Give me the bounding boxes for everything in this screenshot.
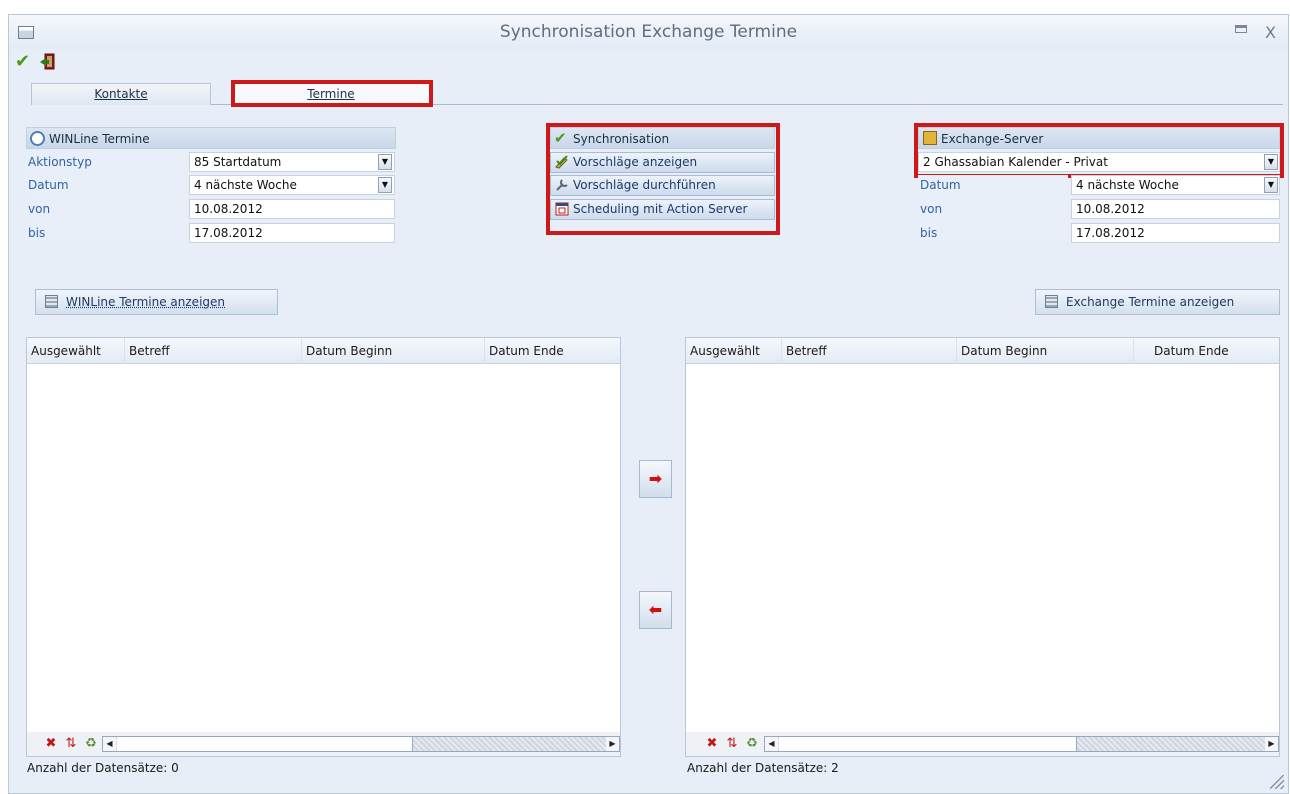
sync-panel-title: Synchronisation <box>573 132 670 146</box>
vorschlaege-anzeigen-button[interactable]: Vorschläge anzeigen <box>550 152 775 173</box>
scroll-right-icon[interactable]: ▶ <box>606 737 619 751</box>
exchange-show-button[interactable]: Exchange Termine anzeigen <box>1035 289 1280 315</box>
aktionstyp-select[interactable]: 85 Startdatum <box>189 152 395 172</box>
column-header[interactable]: Ausgewählt <box>27 338 125 364</box>
window-title: Synchronisation Exchange Termine <box>499 22 798 42</box>
exchange-datum-select[interactable]: 4 nächste Woche <box>1071 175 1280 195</box>
scheduling-button[interactable]: Scheduling mit Action Server <box>550 199 775 220</box>
column-header[interactable]: Datum Ende <box>1134 338 1281 364</box>
clock-icon <box>30 131 45 146</box>
winline-record-count: Anzahl der Datensätze: 0 <box>27 761 179 775</box>
winline-horizontal-scrollbar[interactable]: ◀ ▶ <box>102 736 620 752</box>
scroll-right-icon[interactable]: ▶ <box>1265 737 1278 751</box>
label-von: von <box>26 199 186 219</box>
winline-table-footer: ✖ ⇅ ♻ ◀ ▶ <box>27 732 620 756</box>
column-header[interactable]: Ausgewählt <box>686 338 782 364</box>
winline-table-header: Ausgewählt Betreff Datum Beginn Datum En… <box>27 338 620 364</box>
exchange-show-label: Exchange Termine anzeigen <box>1066 295 1235 309</box>
winline-show-label: WINLine Termine anzeigen <box>66 295 226 309</box>
scroll-thumb[interactable] <box>779 737 1077 751</box>
exchange-table: Ausgewählt Betreff Datum Beginn Datum En… <box>685 337 1280 757</box>
grid-icon <box>1045 295 1058 308</box>
winline-show-button[interactable]: WINLine Termine anzeigen <box>35 289 278 315</box>
scroll-thumb[interactable] <box>117 737 413 751</box>
recycle-icon[interactable]: ♻ <box>744 736 760 752</box>
vorschlaege-durchfuehren-label: Vorschläge durchführen <box>573 178 716 192</box>
tab-kontakte[interactable]: Kontakte <box>31 83 211 105</box>
calendar-icon <box>555 202 569 216</box>
exchange-server-dropdown-icon[interactable]: ▼ <box>1264 154 1278 170</box>
vorschlaege-anzeigen-label: Vorschläge anzeigen <box>573 155 698 169</box>
exchange-von-field[interactable]: 10.08.2012 <box>1071 199 1280 219</box>
exit-door-icon[interactable] <box>39 53 57 71</box>
label-bis: bis <box>26 223 186 243</box>
minimize-icon[interactable] <box>1235 25 1249 35</box>
column-header[interactable]: Betreff <box>125 338 302 364</box>
sort-icon[interactable]: ⇅ <box>63 736 79 752</box>
exchange-table-footer: ✖ ⇅ ♻ ◀ ▶ <box>686 732 1279 756</box>
exchange-table-header: Ausgewählt Betreff Datum Beginn Datum En… <box>686 338 1279 364</box>
exchange-panel-header: Exchange-Server <box>918 127 1280 149</box>
column-header[interactable]: Datum Beginn <box>957 338 1134 364</box>
check-icon: ✔ <box>554 129 567 147</box>
exchange-server-icon <box>923 131 937 145</box>
label-exchange-bis: bis <box>918 223 1068 243</box>
title-bar: Synchronisation Exchange Termine X <box>9 15 1288 49</box>
delete-filter-icon[interactable]: ✖ <box>43 736 59 752</box>
scroll-left-icon[interactable]: ◀ <box>103 737 116 751</box>
winline-table: Ausgewählt Betreff Datum Beginn Datum En… <box>26 337 621 757</box>
label-aktionstyp: Aktionstyp <box>26 152 186 172</box>
datum-dropdown-icon[interactable]: ▼ <box>378 177 392 193</box>
von-field[interactable]: 10.08.2012 <box>189 199 395 219</box>
wrench-icon <box>556 179 568 191</box>
exchange-record-count: Anzahl der Datensätze: 2 <box>687 761 839 775</box>
toolbar <box>9 49 1288 79</box>
pencil-check-icon <box>555 155 568 169</box>
exchange-panel-title: Exchange-Server <box>941 132 1044 146</box>
label-exchange-datum: Datum <box>918 175 1068 195</box>
recycle-icon[interactable]: ♻ <box>83 736 99 752</box>
move-left-button[interactable]: ⬅ <box>639 591 672 629</box>
datum-select[interactable]: 4 nächste Woche <box>189 175 395 195</box>
sort-icon[interactable]: ⇅ <box>724 736 740 752</box>
bis-field[interactable]: 17.08.2012 <box>189 223 395 243</box>
exchange-horizontal-scrollbar[interactable]: ◀ ▶ <box>764 736 1279 752</box>
exchange-datum-dropdown-icon[interactable]: ▼ <box>1264 177 1278 193</box>
scheduling-label: Scheduling mit Action Server <box>573 202 748 216</box>
tab-strip <box>31 83 1283 105</box>
label-exchange-von: von <box>918 199 1068 219</box>
column-header[interactable]: Datum Beginn <box>302 338 485 364</box>
main-window: Synchronisation Exchange Termine X ✔ Kon… <box>8 14 1289 794</box>
label-datum: Datum <box>26 175 186 195</box>
aktionstyp-dropdown-icon[interactable]: ▼ <box>378 154 392 170</box>
move-right-button[interactable]: ➡ <box>639 460 672 498</box>
sync-panel-header: ✔ Synchronisation <box>550 127 775 149</box>
scroll-left-icon[interactable]: ◀ <box>765 737 778 751</box>
grid-icon <box>45 295 58 308</box>
resize-grip-icon[interactable] <box>1270 775 1284 789</box>
delete-filter-icon[interactable]: ✖ <box>704 736 720 752</box>
winline-panel-title: WINLine Termine <box>49 132 150 146</box>
winline-panel-header: WINLine Termine <box>26 127 396 149</box>
exchange-bis-field[interactable]: 17.08.2012 <box>1071 223 1280 243</box>
tab-termine[interactable]: Termine <box>231 83 431 105</box>
column-header[interactable]: Betreff <box>782 338 957 364</box>
check-icon[interactable]: ✔ <box>15 51 30 72</box>
column-header[interactable]: Datum Ende <box>485 338 622 364</box>
vorschlaege-durchfuehren-button[interactable]: Vorschläge durchführen <box>550 175 775 196</box>
close-button[interactable]: X <box>1265 23 1276 42</box>
exchange-server-select[interactable]: 2 Ghassabian Kalender - Privat <box>918 152 1280 172</box>
